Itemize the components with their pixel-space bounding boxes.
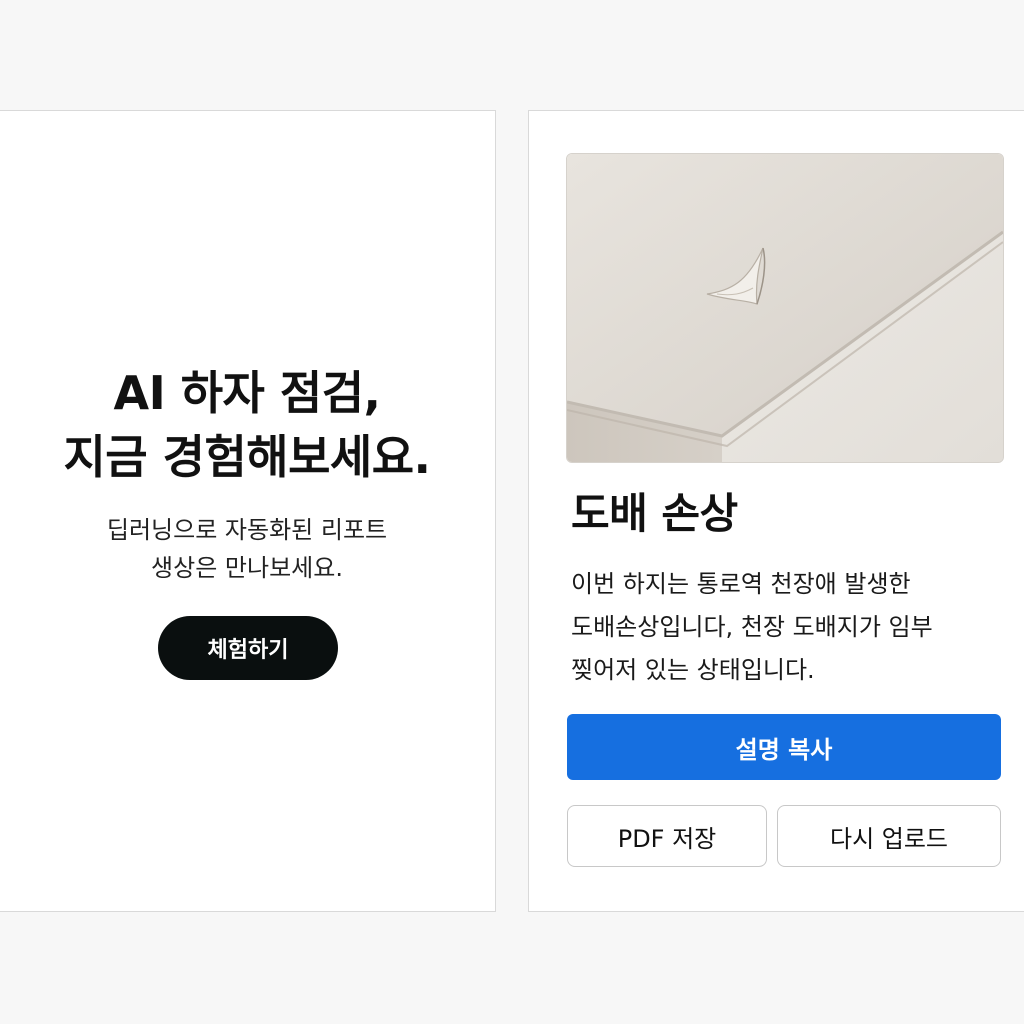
description-line-1: 이번 하지는 통로역 천장애 발생한 [571,570,911,598]
hero-title: AI 하자 점검, 지금 경험해보세요. [0,361,497,489]
hero-subtitle-line-2: 생상은 만나보세요. [151,554,343,582]
description-line-2: 도배손상입니다, 천장 도배지가 임부 [571,613,933,641]
description-line-3: 찢어저 있는 상태입니다. [571,656,815,684]
hero-subtitle-line-1: 딥러닝으로 자동화된 리포트 [106,516,388,544]
hero-title-line-1: AI 하자 점검, [113,366,382,420]
copy-description-button[interactable]: 설명 복사 [567,714,1001,780]
result-card: 도배 손상 이번 하지는 통로역 천장애 발생한 도배손상입니다, 천장 도배지… [528,110,1024,912]
damage-type-title: 도배 손상 [571,489,738,538]
save-pdf-button[interactable]: PDF 저장 [567,805,767,867]
hero-subtitle: 딥러닝으로 자동화된 리포트 생상은 만나보세요. [0,511,497,587]
damage-description: 이번 하지는 통로역 천장애 발생한 도배손상입니다, 천장 도배지가 임부 찢… [571,563,1001,692]
reupload-button[interactable]: 다시 업로드 [777,805,1001,867]
try-now-button[interactable]: 체험하기 [158,616,338,680]
hero-panel: AI 하자 점검, 지금 경험해보세요. 딥러닝으로 자동화된 리포트 생상은 … [0,110,496,912]
ceiling-damage-photo [566,153,1004,463]
hero-title-line-2: 지금 경험해보세요. [63,430,431,484]
